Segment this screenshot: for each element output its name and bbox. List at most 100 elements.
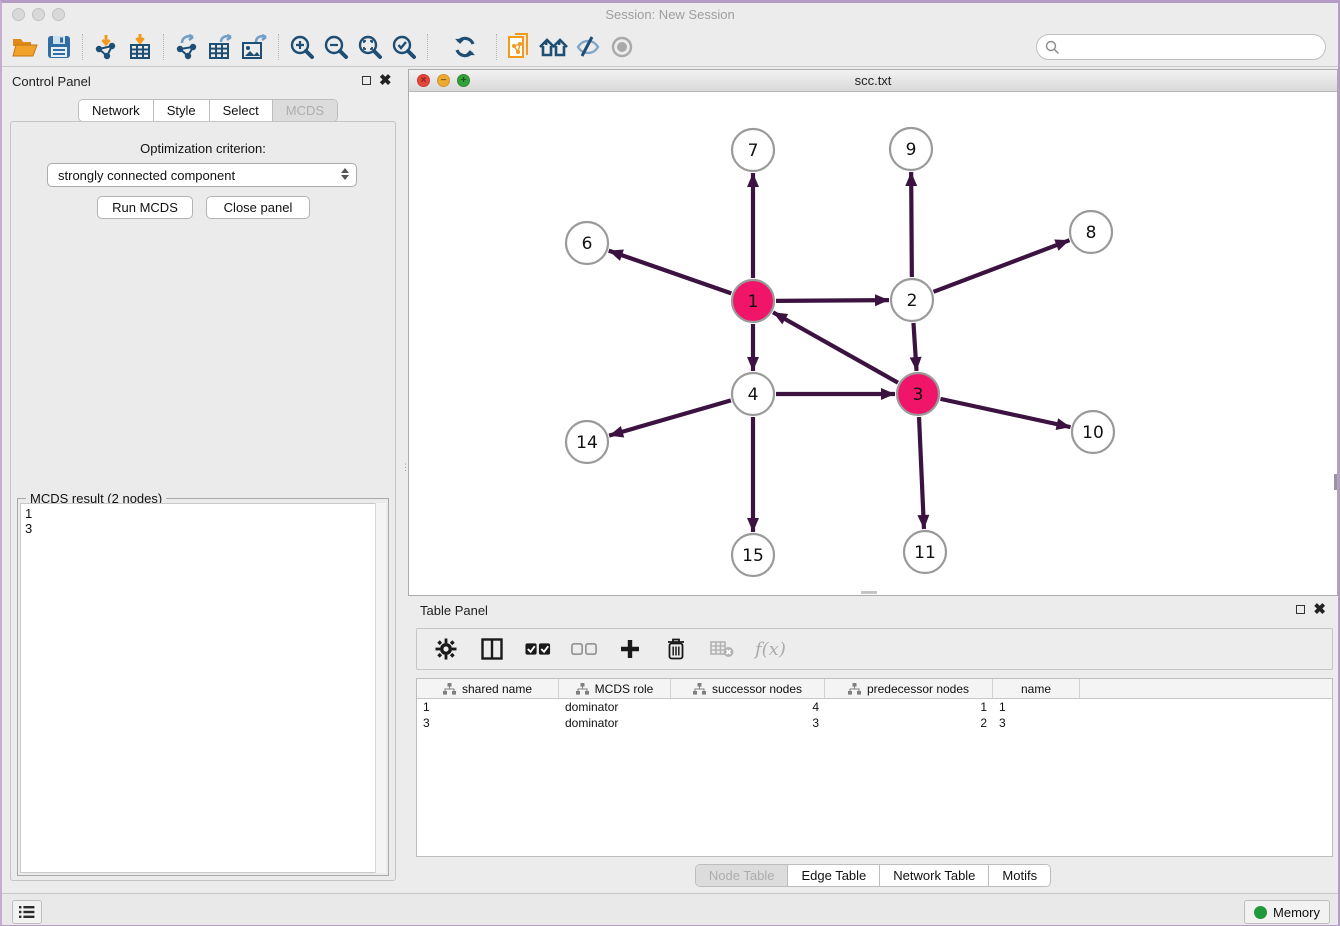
memory-button[interactable]: Memory [1244, 900, 1330, 924]
import-network-icon[interactable] [89, 32, 123, 62]
cell-shared-name[interactable]: 3 [417, 715, 559, 731]
column-type-icon [576, 683, 589, 695]
select-stepper-icon [341, 168, 349, 180]
export-image-icon[interactable] [238, 32, 272, 62]
column-type-icon [848, 683, 861, 695]
function-builder-icon-disabled: f(x) [755, 636, 786, 662]
tab-node-table[interactable]: Node Table [696, 865, 789, 886]
show-column-panel-icon[interactable] [479, 636, 505, 662]
hide-graphics-details-icon[interactable] [571, 32, 605, 62]
table-settings-gear-icon[interactable] [433, 636, 459, 662]
create-column-plus-icon[interactable] [617, 636, 643, 662]
network-canvas[interactable]: 7968124314101511 [409, 92, 1337, 595]
show-graphics-details-icon[interactable] [605, 32, 639, 62]
status-bar: Memory [2, 893, 1338, 926]
unselect-all-icon[interactable] [571, 636, 597, 662]
tab-style[interactable]: Style [154, 100, 210, 121]
refresh-icon[interactable] [448, 32, 482, 62]
run-mcds-button[interactable]: Run MCDS [97, 196, 193, 219]
graph-edge-2-8[interactable] [934, 240, 1070, 292]
cell-name[interactable]: 1 [993, 699, 1080, 715]
canvas-vertical-scroll-thumb[interactable] [1334, 474, 1337, 490]
table-panel-close-icon[interactable]: ✖ [1313, 605, 1326, 614]
graph-edge-3-11[interactable] [919, 417, 924, 529]
result-scrollbar[interactable] [375, 503, 386, 873]
zoom-selected-icon[interactable] [387, 32, 421, 62]
cell-predecessor-nodes[interactable]: 2 [825, 715, 993, 731]
close-panel-button[interactable]: Close panel [206, 196, 310, 219]
node-table-header: shared name MCDS role successor nodes pr… [417, 679, 1332, 699]
mcds-result-text[interactable]: 1 3 [20, 503, 386, 873]
column-header-predecessor-nodes[interactable]: predecessor nodes [825, 679, 993, 698]
cell-successor-nodes[interactable]: 3 [671, 715, 825, 731]
window-titlebar: Session: New Session [2, 3, 1338, 27]
zoom-out-icon[interactable] [319, 32, 353, 62]
graph-edge-3-1[interactable] [773, 312, 898, 382]
control-panel-close-icon[interactable]: ✖ [379, 76, 392, 85]
search-input[interactable] [1060, 37, 1325, 57]
table-panel-tabs: Node Table Edge Table Network Table Moti… [408, 864, 1338, 887]
export-table-icon[interactable] [204, 32, 238, 62]
toolbar-separator [427, 34, 428, 60]
delete-column-trash-icon[interactable] [663, 636, 689, 662]
optimization-criterion-select[interactable]: strongly connected component [47, 163, 357, 187]
control-panel-tabs: Network Style Select MCDS [78, 99, 338, 122]
cell-shared-name[interactable]: 1 [417, 699, 559, 715]
column-label: shared name [462, 682, 532, 696]
table-panel-float-icon[interactable] [1296, 605, 1305, 614]
column-type-icon [443, 683, 456, 695]
cell-mcds-role[interactable]: dominator [559, 715, 671, 731]
tab-network-table[interactable]: Network Table [880, 865, 989, 886]
zoom-fit-icon[interactable] [353, 32, 387, 62]
cell-name[interactable]: 3 [993, 715, 1080, 731]
search-icon [1045, 40, 1060, 55]
zoom-in-icon[interactable] [285, 32, 319, 62]
tab-edge-table[interactable]: Edge Table [788, 865, 880, 886]
graph-edge-3-10[interactable] [940, 399, 1070, 427]
column-header-name[interactable]: name [993, 679, 1080, 698]
toolbar-separator [82, 34, 83, 60]
delete-table-icon-disabled [709, 636, 735, 662]
column-header-shared-name[interactable]: shared name [417, 679, 559, 698]
import-table-icon[interactable] [123, 32, 157, 62]
column-label: name [1021, 682, 1051, 696]
open-file-icon[interactable] [8, 32, 42, 62]
optimization-criterion-value: strongly connected component [58, 168, 235, 183]
select-all-icon[interactable] [525, 636, 551, 662]
column-label: successor nodes [712, 682, 802, 696]
graph-node-label-9: 9 [906, 140, 917, 160]
task-history-button[interactable] [12, 900, 42, 924]
column-header-successor-nodes[interactable]: successor nodes [671, 679, 825, 698]
control-panel-float-icon[interactable] [362, 76, 371, 85]
table-row[interactable]: 3 dominator 3 2 3 [417, 715, 1332, 731]
canvas-horizontal-scroll-thumb[interactable] [861, 591, 877, 594]
network-window-titlebar[interactable]: × − + scc.txt [409, 70, 1337, 92]
export-network-icon[interactable] [170, 32, 204, 62]
memory-label: Memory [1273, 905, 1320, 920]
panel-splitter[interactable]: ⋮ [401, 465, 405, 489]
graph-edge-2-3[interactable] [913, 323, 916, 371]
cell-predecessor-nodes[interactable]: 1 [825, 699, 993, 715]
graph-edge-1-2[interactable] [776, 300, 889, 301]
column-header-mcds-role[interactable]: MCDS role [559, 679, 671, 698]
tab-motifs[interactable]: Motifs [989, 865, 1050, 886]
graph-node-label-3: 3 [913, 385, 924, 405]
save-session-icon[interactable] [42, 32, 76, 62]
tab-mcds[interactable]: MCDS [273, 100, 337, 121]
home-icon[interactable] [537, 32, 571, 62]
graph-edge-1-6[interactable] [609, 251, 732, 294]
cell-mcds-role[interactable]: dominator [559, 699, 671, 715]
cell-successor-nodes[interactable]: 4 [671, 699, 825, 715]
search-box[interactable] [1036, 34, 1326, 60]
graph-edge-4-14[interactable] [609, 400, 731, 435]
network-graph: 7968124314101511 [409, 92, 1337, 595]
graph-edge-2-9[interactable] [911, 172, 912, 277]
main-toolbar [2, 27, 1338, 67]
clone-network-icon[interactable] [503, 32, 537, 62]
tab-select[interactable]: Select [210, 100, 273, 121]
tab-network[interactable]: Network [79, 100, 154, 121]
mcds-result-group: MCDS result (2 nodes) 1 3 [17, 498, 389, 876]
table-row[interactable]: 1 dominator 4 1 1 [417, 699, 1332, 715]
toolbar-separator [278, 34, 279, 60]
graph-node-label-14: 14 [576, 433, 598, 453]
